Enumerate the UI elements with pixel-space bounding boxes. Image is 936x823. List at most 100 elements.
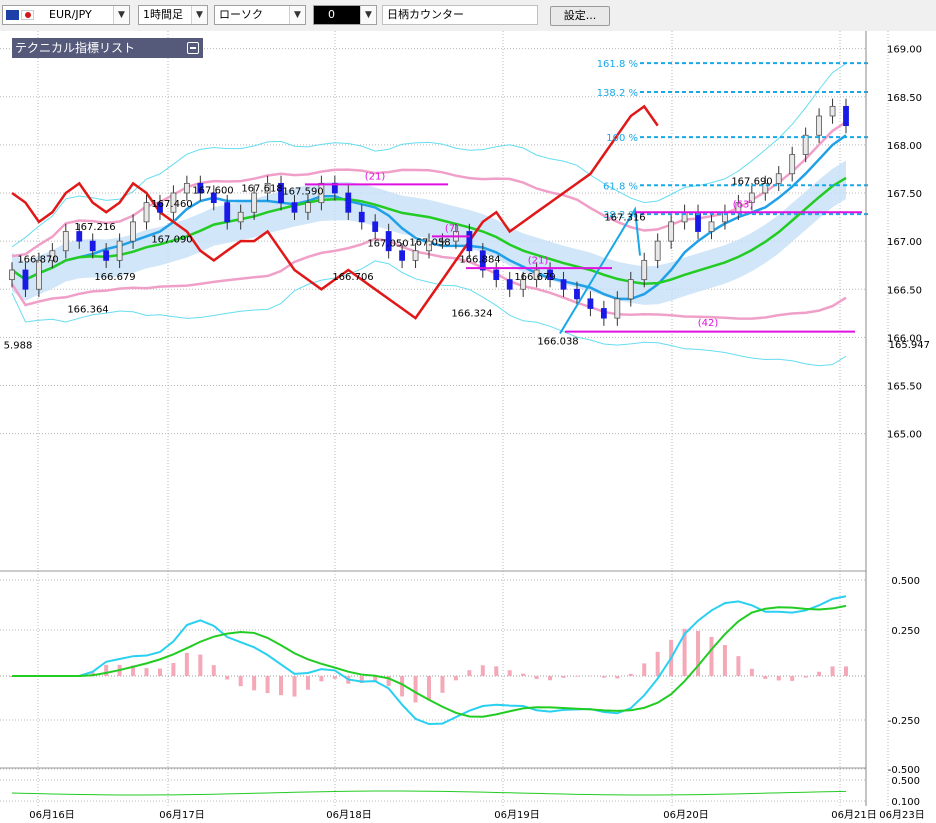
histogram-bar (561, 676, 566, 678)
candle-body (493, 269, 500, 281)
chart-type-select[interactable]: ローソク ▼ (214, 5, 306, 25)
histogram-bar (184, 652, 189, 676)
histogram-bar (830, 666, 835, 676)
candle-body (345, 192, 352, 213)
candle-body (600, 308, 607, 319)
histogram-bar (225, 676, 230, 680)
price-label: 166.038 (537, 336, 578, 347)
fib-level-label: 161.8 % (597, 59, 638, 70)
timeframe-select[interactable]: 1時間足 ▼ (138, 5, 208, 25)
price-label: 167.460 (151, 199, 192, 210)
time-count-label: (42) (698, 318, 719, 329)
candle-body (641, 259, 648, 281)
price-label: 167.690 (731, 177, 772, 188)
histogram-bar (279, 676, 284, 696)
candle-body (574, 288, 580, 300)
histogram-bar (292, 676, 297, 697)
candle-body (560, 279, 567, 290)
symbol-select[interactable]: EUR/JPY ▼ (2, 5, 130, 25)
chevron-down-icon: ▼ (360, 6, 376, 24)
candle-body (587, 298, 594, 309)
counter-label: 日柄カウンター (387, 8, 464, 21)
candle-body (829, 105, 836, 117)
histogram-bar (655, 651, 660, 676)
candle-body (89, 240, 96, 252)
minimize-icon[interactable] (187, 42, 199, 54)
candle-body (372, 221, 379, 232)
histogram-bar (817, 671, 822, 676)
price-tick-label: 167.00 (887, 237, 922, 248)
osc-tick-label: 0.250 (891, 626, 920, 637)
histogram-bar (601, 676, 606, 678)
histogram-bar (453, 676, 458, 681)
histogram-bar (574, 676, 579, 677)
price-tick-label: 168.50 (887, 93, 922, 104)
price-label: 166.324 (451, 309, 492, 320)
candle-body (708, 221, 715, 232)
histogram-bar (548, 676, 553, 681)
flags-icon (6, 10, 46, 20)
histogram-bar (480, 665, 485, 676)
price-tick-label: 167.50 (887, 189, 922, 200)
date-tick-label: 06月20日 (663, 809, 708, 821)
histogram-bar (521, 673, 526, 676)
candle-body (143, 202, 150, 223)
price-tick-label: 168.00 (887, 141, 922, 152)
osc2-tick-label: 0.500 (891, 776, 920, 787)
candle-body (22, 269, 29, 290)
candle-body (62, 231, 69, 252)
histogram-bar (467, 670, 472, 676)
histogram-bar (736, 656, 741, 676)
histogram-bar (507, 670, 512, 676)
histogram-bar (696, 630, 701, 676)
histogram-bar (265, 676, 270, 694)
price-tick-label: 166.50 (887, 285, 922, 296)
candle-body (789, 154, 796, 175)
chart-type-label: ローソク (219, 8, 263, 21)
price-label: 167.618 (241, 183, 282, 194)
histogram-bar (534, 676, 539, 680)
histogram-bar (615, 676, 620, 679)
histogram-bar (211, 665, 216, 676)
osc2-tick-label: 0.100 (891, 797, 920, 808)
price-label: 167.058 (409, 237, 450, 248)
candle-body (237, 211, 244, 223)
candle-body (130, 221, 136, 242)
time-count-label: (21) (528, 255, 549, 266)
candle-body (251, 192, 258, 213)
quantity-select[interactable]: 0 ▼ (313, 5, 377, 25)
histogram-bar (790, 676, 795, 681)
candle-body (116, 240, 123, 261)
osc2-tick-label: -0.500 (888, 765, 920, 776)
chevron-down-icon: ▼ (191, 6, 207, 24)
histogram-bar (844, 666, 848, 676)
date-tick-label: 06月17日 (159, 809, 204, 821)
fib-level-label: 61.8 % (603, 181, 638, 192)
histogram-bar (104, 664, 109, 676)
candle-body (627, 279, 634, 300)
candle-body (305, 202, 311, 213)
histogram-bar (238, 676, 243, 687)
osc-tick-label: 0.500 (891, 576, 920, 587)
quantity-value: 0 (328, 8, 335, 21)
candle-body (614, 298, 621, 319)
timeframe-label: 1時間足 (143, 8, 183, 21)
histogram-bar (198, 654, 203, 676)
time-count-label: (21) (365, 172, 386, 183)
indicator-list-panel[interactable]: テクニカル指標リスト (12, 38, 203, 58)
indicator-list-title: テクニカル指標リスト (15, 41, 136, 55)
candle-body (466, 231, 473, 252)
price-label: 167.316 (604, 212, 645, 223)
date-tick-label: 06月23日 (879, 809, 924, 821)
price-label: 167.216 (74, 222, 115, 233)
chart-area[interactable]: 161.8 %138.2 %100 %61.8 %38.2 %(21)(7)(2… (0, 31, 936, 823)
candle-body (9, 269, 15, 281)
time-count-label: (63) (733, 199, 754, 210)
histogram-bar (332, 676, 337, 679)
counter-field[interactable]: 日柄カウンター (382, 5, 538, 25)
settings-button[interactable]: 設定... (550, 6, 610, 26)
price-tick-label: 165.50 (887, 382, 922, 393)
price-label: 5.988 (4, 340, 33, 351)
toolbar: EUR/JPY ▼ 1時間足 ▼ ローソク ▼ 0 ▼ 日柄カウンター 設定..… (0, 0, 936, 32)
histogram-bar (144, 668, 149, 676)
